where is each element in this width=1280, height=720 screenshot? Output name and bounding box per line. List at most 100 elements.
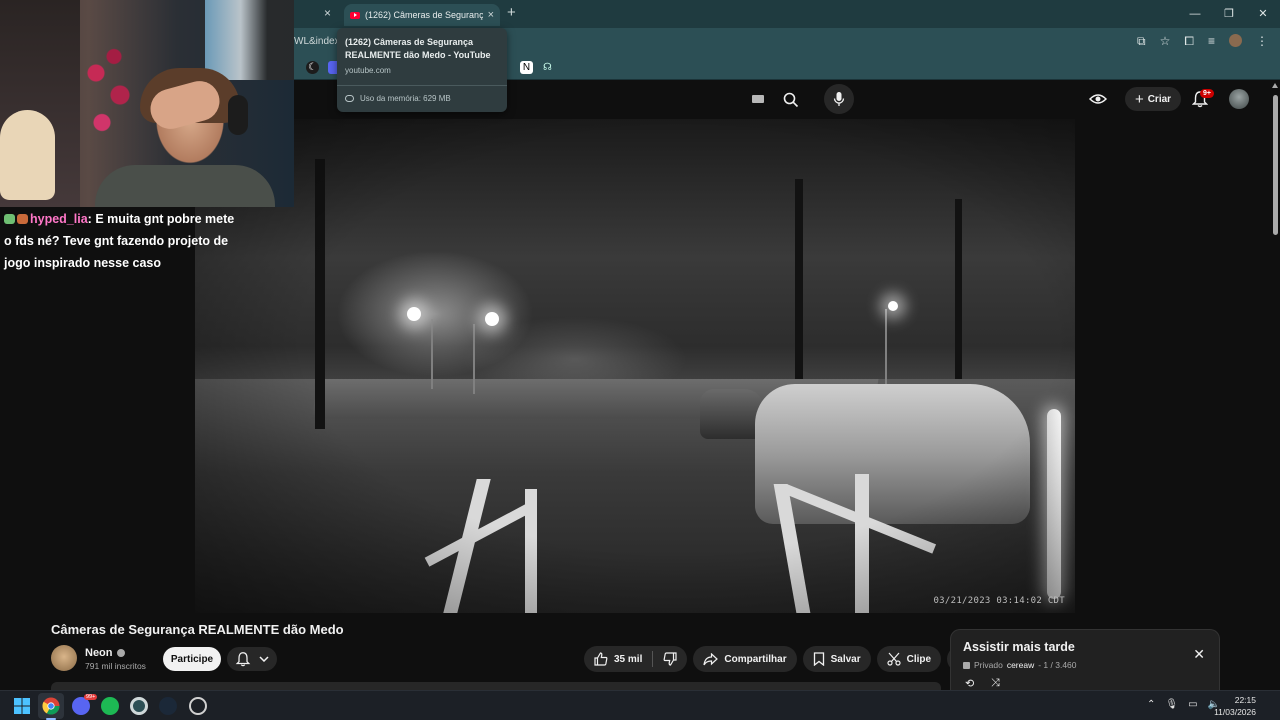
video-title: Câmeras de Segurança REALMENTE dão Medo: [51, 622, 344, 637]
subscriber-count: 791 mil inscritos: [85, 661, 146, 671]
minimize-button[interactable]: —: [1178, 0, 1212, 28]
join-button[interactable]: Participe: [163, 647, 221, 671]
clip-button[interactable]: Clipe: [876, 646, 942, 672]
webcam-plush: [0, 110, 55, 200]
hover-card-memory: Uso da memória: 629 MB: [345, 94, 499, 103]
memory-icon: [345, 95, 354, 102]
tab-hover-card: (1262) Câmeras de Segurança REALMENTE dã…: [337, 28, 507, 112]
search-button[interactable]: [771, 86, 811, 114]
channel-name[interactable]: Neon: [85, 647, 113, 659]
playlist-title[interactable]: Assistir mais tarde: [963, 640, 1075, 654]
active-tab-close-button[interactable]: ×: [488, 9, 494, 21]
video-actions: 35 mil Compartilhar Salvar Clipe ···: [584, 646, 974, 672]
create-label: Criar: [1147, 93, 1172, 105]
lock-icon: [963, 661, 970, 669]
page-scrollbar[interactable]: [1270, 81, 1280, 690]
hover-card-title: (1262) Câmeras de Segurança REALMENTE dã…: [345, 37, 491, 60]
bookmark-notion-icon[interactable]: N: [520, 61, 533, 74]
screen: × (1262) Câmeras de Segurança R × + — ❐ …: [0, 0, 1280, 720]
extensions-icon[interactable]: ⧠: [1184, 34, 1194, 49]
window-controls: — ❐ ✕: [1178, 0, 1280, 28]
video-vignette: [195, 119, 1075, 613]
playlist-meta: Privado cereaw - 1 / 3.460: [963, 660, 1077, 670]
clock-date: 11/03/2026: [1214, 707, 1256, 717]
bookmark-moon-icon[interactable]: ☾: [306, 61, 319, 74]
chrome-menu-icon[interactable]: ⋮: [1256, 34, 1268, 49]
voice-search-button[interactable]: [824, 84, 854, 114]
windows-start-icon[interactable]: [14, 698, 30, 714]
account-avatar[interactable]: [1229, 89, 1249, 109]
badge-icon: [17, 214, 28, 224]
clock-time: 22:15: [1234, 695, 1256, 705]
active-tab[interactable]: (1262) Câmeras de Segurança R ×: [344, 4, 500, 26]
scroll-up-arrow-icon[interactable]: [1272, 83, 1278, 88]
hover-card-divider: [337, 85, 507, 86]
loop-icon[interactable]: ⟲: [965, 677, 974, 690]
tray-network-icon[interactable]: ▭: [1188, 699, 1197, 710]
previous-tab-close-button[interactable]: ×: [324, 6, 331, 20]
like-button[interactable]: 35 mil: [584, 646, 652, 672]
bookmark-star-icon[interactable]: ☆: [1160, 34, 1171, 49]
new-tab-button[interactable]: +: [507, 4, 516, 21]
stream-chat-message: hyped_lia: E muita gnt pobre mete o fds …: [4, 208, 244, 274]
playlist-privacy: Privado: [974, 660, 1003, 670]
playlist-position: - 1 / 3.460: [1038, 660, 1077, 670]
system-tray: ⌃ 🎙 ▭ 🔈: [1147, 699, 1220, 710]
verified-badge-icon: [116, 649, 125, 657]
thumbs-up-icon: [594, 652, 608, 666]
windows-taskbar: 99+ ⌃ 🎙 ▭ 🔈 22:15 11/03/2026: [0, 690, 1280, 720]
camera-timestamp: 03/21/2023 03:14:02 CDT: [933, 596, 1065, 606]
channel-avatar[interactable]: [51, 645, 77, 671]
playlist-owner[interactable]: cereaw: [1007, 660, 1034, 670]
subscription-bell-button[interactable]: [227, 647, 277, 671]
scrollbar-thumb[interactable]: [1273, 95, 1278, 235]
like-dislike-group: 35 mil: [584, 646, 688, 672]
tray-microphone-icon[interactable]: 🎙: [1165, 699, 1178, 710]
channel-name-row[interactable]: Neon: [85, 647, 125, 659]
bookmark-bot-icon[interactable]: ☊: [541, 61, 554, 74]
chevron-down-icon: [259, 656, 269, 662]
shuffle-icon[interactable]: ⤨: [991, 677, 1000, 690]
steam-taskbar-icon[interactable]: [159, 697, 177, 715]
keyboard-icon[interactable]: [752, 95, 764, 103]
clip-label: Clipe: [906, 653, 932, 665]
extension-eye-icon[interactable]: [1089, 92, 1107, 106]
subscription-bell-icon: [235, 652, 251, 667]
save-label: Salvar: [830, 653, 861, 665]
notifications-badge: 9+: [1200, 89, 1214, 98]
maximize-button[interactable]: ❐: [1212, 0, 1246, 28]
dislike-button[interactable]: [653, 646, 687, 672]
create-button[interactable]: + Criar: [1125, 87, 1181, 111]
share-button[interactable]: Compartilhar: [693, 646, 797, 672]
toolbar-icons: ⧉ ☆ ⧠ ≡ ⋮: [1137, 34, 1268, 49]
cast-icon[interactable]: ⧉: [1137, 34, 1146, 49]
like-count: 35 mil: [614, 653, 643, 665]
bookmark-icon: [813, 652, 824, 666]
close-window-button[interactable]: ✕: [1246, 0, 1280, 28]
webcam-headset: [228, 95, 248, 135]
microphone-icon: [833, 92, 845, 106]
chat-username: hyped_lia: [30, 212, 88, 226]
badge-icon: [4, 214, 15, 224]
streamer-webcam: [0, 0, 294, 207]
video-player[interactable]: 03/21/2023 03:14:02 CDT: [195, 119, 1075, 613]
media-controls-icon[interactable]: ≡: [1208, 34, 1215, 49]
app-c-taskbar-icon[interactable]: [130, 697, 148, 715]
hover-card-domain: youtube.com: [345, 66, 391, 75]
share-arrow-icon: [703, 652, 719, 665]
chat-badges: [4, 208, 30, 230]
memory-usage-text: Uso da memória: 629 MB: [360, 94, 451, 103]
obs-taskbar-icon[interactable]: [189, 697, 207, 715]
plus-icon: +: [1134, 90, 1144, 108]
chrome-taskbar-icon[interactable]: [42, 697, 60, 715]
taskbar-clock[interactable]: 22:15 11/03/2026: [1214, 694, 1256, 718]
description-box[interactable]: [51, 682, 941, 690]
tray-chevron-up-icon[interactable]: ⌃: [1147, 699, 1155, 710]
spotify-taskbar-icon[interactable]: [101, 697, 119, 715]
profile-avatar[interactable]: [1229, 34, 1242, 47]
webcam-jersey: [205, 0, 294, 80]
save-button[interactable]: Salvar: [802, 646, 871, 672]
playlist-close-button[interactable]: ✕: [1193, 646, 1205, 663]
youtube-favicon-icon: [350, 11, 360, 19]
active-tab-title: (1262) Câmeras de Segurança R: [365, 10, 483, 20]
